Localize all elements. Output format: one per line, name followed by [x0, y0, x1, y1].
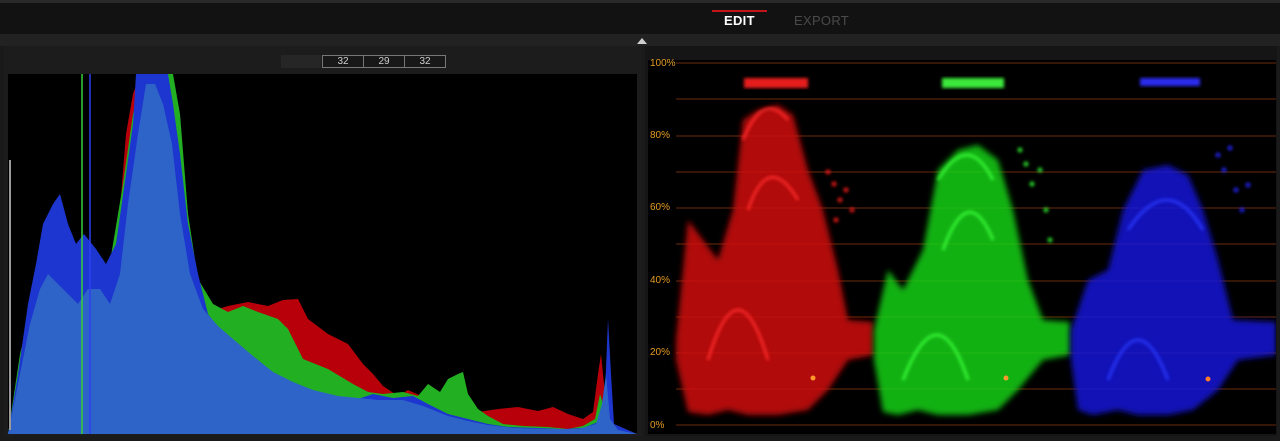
parade-red-marker-dot	[810, 375, 816, 381]
parade-blue-marker-dot	[1205, 376, 1211, 382]
probe-readout-lead	[281, 55, 321, 68]
probe-green-value: 29	[363, 55, 405, 68]
rgb-parade-scope	[648, 60, 1276, 434]
histogram-display	[8, 74, 637, 434]
probe-red-value: 32	[322, 55, 364, 68]
tab-edit[interactable]: EDIT	[712, 10, 767, 28]
top-tab-bar: EDIT EXPORT	[0, 0, 1280, 34]
parade-green-channel	[874, 78, 1070, 415]
scope-label-20: 20%	[650, 347, 671, 358]
tab-edit-label: EDIT	[724, 13, 755, 28]
histogram-graph	[8, 74, 637, 434]
parade-red-channel	[676, 78, 873, 415]
tab-export-label: EXPORT	[794, 13, 850, 28]
scope-label-60: 60%	[650, 202, 671, 213]
active-tab-indicator	[712, 10, 767, 12]
tab-export[interactable]: EXPORT	[794, 13, 849, 28]
parade-green-marker-dot	[1003, 375, 1009, 381]
rgb-parade-graph	[676, 62, 1276, 426]
probe-blue-value: 32	[404, 55, 446, 68]
collapse-panel-arrow-icon[interactable]	[637, 38, 647, 44]
rgb-probe-readout: 32 29 32	[281, 55, 446, 68]
parade-blue-channel	[1071, 78, 1276, 415]
scope-label-0: 0%	[650, 420, 665, 431]
scope-label-80: 80%	[650, 130, 671, 141]
scope-label-40: 40%	[650, 275, 671, 286]
histogram-scrollbar[interactable]	[9, 160, 11, 430]
scope-label-100: 100%	[650, 58, 676, 69]
